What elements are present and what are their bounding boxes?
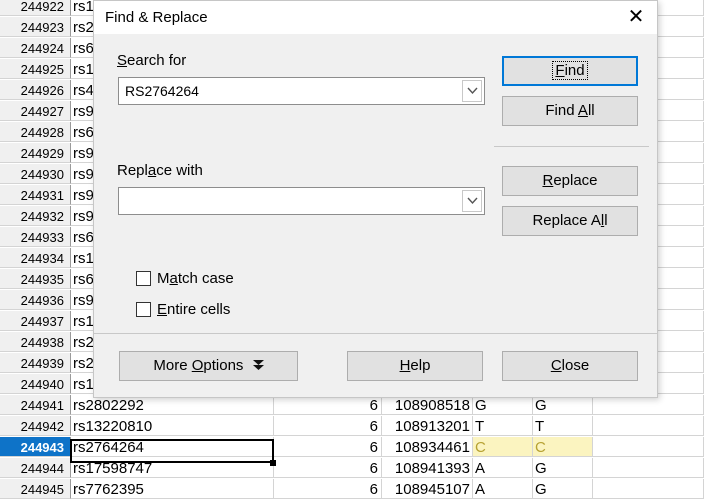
replace-all-button-label: Replace All [532,212,608,229]
cell-allele-2[interactable]: G [533,395,593,415]
find-all-button[interactable]: Find All [502,96,638,126]
cell-chromosome[interactable]: 6 [274,395,382,415]
replace-combo[interactable] [118,187,485,215]
cell-empty[interactable] [593,395,704,415]
cell-allele-1[interactable]: T [473,416,533,436]
cell-position[interactable]: 108913201 [382,416,473,436]
replace-with-label: Replace with [117,162,203,179]
row-header[interactable]: 244944 [0,458,71,478]
row-header[interactable]: 244937 [0,311,71,331]
table-row[interactable]: 244941 rs2802292 6 108908518 G G [0,395,704,416]
cell-id[interactable]: rs13220810 [71,416,274,436]
replace-all-button[interactable]: Replace All [502,206,638,236]
row-header[interactable]: 244925 [0,59,71,79]
table-row[interactable]: 244944 rs17598747 6 108941393 A G [0,458,704,479]
dialog-title: Find & Replace [105,9,208,26]
chevron-down-icon [467,87,478,95]
row-header[interactable]: 244933 [0,227,71,247]
search-dropdown-button[interactable] [462,80,482,102]
row-header[interactable]: 244931 [0,185,71,205]
cell-chromosome[interactable]: 6 [274,416,382,436]
double-chevron-down-icon [252,360,264,370]
search-input[interactable]: RS2764264 [125,83,199,99]
row-header[interactable]: 244941 [0,395,71,415]
row-header[interactable]: 244934 [0,248,71,268]
fill-handle[interactable] [270,460,276,466]
row-header[interactable]: 244930 [0,164,71,184]
cell-empty[interactable] [593,458,704,478]
find-all-button-label: Find All [545,102,595,119]
dialog-titlebar[interactable]: Find & Replace ✕ [94,1,657,34]
search-for-label-text: Search for [117,52,187,69]
cell-position[interactable]: 108934461 [382,437,473,457]
cell-allele-1[interactable]: G [473,395,533,415]
match-case-label-text: Match case [157,270,234,287]
replace-with-label-text: Replace with [117,162,203,179]
table-row[interactable]: 244943 rs2764264 6 108934461 C C [0,437,704,458]
table-row[interactable]: 244945 rs7762395 6 108945107 A G [0,479,704,500]
row-header[interactable]: 244923 [0,17,71,37]
cell-position[interactable]: 108945107 [382,479,473,499]
row-header[interactable]: 244935 [0,269,71,289]
row-header[interactable]: 244929 [0,143,71,163]
help-button[interactable]: Help [347,351,483,381]
entire-cells-label-text: Entire cells [157,301,231,318]
cell-allele-1[interactable]: C [473,437,533,457]
row-header[interactable]: 244927 [0,101,71,121]
row-header[interactable]: 244938 [0,332,71,352]
search-combo[interactable]: RS2764264 [118,77,485,105]
divider [494,146,649,147]
cell-chromosome[interactable]: 6 [274,479,382,499]
cell-position[interactable]: 108941393 [382,458,473,478]
chevron-down-icon [467,197,478,205]
entire-cells-checkbox[interactable] [136,302,151,317]
cell-empty[interactable] [593,416,704,436]
cell-allele-2[interactable]: G [533,458,593,478]
row-header[interactable]: 244945 [0,479,71,499]
find-replace-dialog: Find & Replace ✕ Search for RS2764264 Re… [93,0,658,398]
row-header[interactable]: 244924 [0,38,71,58]
find-button[interactable]: Find [502,56,638,86]
row-header[interactable]: 244943 [0,437,71,457]
cell-allele-1[interactable]: A [473,479,533,499]
row-header[interactable]: 244932 [0,206,71,226]
divider [94,333,657,334]
cell-id[interactable]: rs2802292 [71,395,274,415]
close-button[interactable]: Close [502,351,638,381]
cell-chromosome[interactable]: 6 [274,437,382,457]
replace-button-label: Replace [542,172,598,189]
cell-allele-1[interactable]: A [473,458,533,478]
cell-allele-2[interactable]: G [533,479,593,499]
replace-button[interactable]: Replace [502,166,638,196]
close-icon[interactable]: ✕ [615,2,657,33]
row-header[interactable]: 244940 [0,374,71,394]
more-options-button-label: More Options [153,357,244,374]
match-case-checkbox[interactable] [136,271,151,286]
row-header[interactable]: 244926 [0,80,71,100]
table-row[interactable]: 244942 rs13220810 6 108913201 T T [0,416,704,437]
row-header[interactable]: 244939 [0,353,71,373]
cell-empty[interactable] [593,437,704,457]
cell-id[interactable]: rs7762395 [71,479,274,499]
row-header[interactable]: 244942 [0,416,71,436]
cell-allele-2[interactable]: T [533,416,593,436]
row-header[interactable]: 244928 [0,122,71,142]
row-header[interactable]: 244936 [0,290,71,310]
replace-dropdown-button[interactable] [462,190,482,212]
row-header[interactable]: 244922 [0,0,71,16]
more-options-button[interactable]: More Options [119,351,298,381]
entire-cells-label[interactable]: Entire cells [157,301,230,318]
match-case-label[interactable]: Match case [157,270,234,287]
close-button-label: Close [550,357,590,374]
cell-id[interactable]: rs17598747 [71,458,274,478]
cell-allele-2[interactable]: C [533,437,593,457]
search-for-label: Search for [117,52,186,69]
cell-id[interactable]: rs2764264 [71,437,274,457]
cell-empty[interactable] [593,479,704,499]
find-button-label: Find [552,61,588,80]
cell-position[interactable]: 108908518 [382,395,473,415]
help-button-label: Help [399,357,431,374]
cell-chromosome[interactable]: 6 [274,458,382,478]
